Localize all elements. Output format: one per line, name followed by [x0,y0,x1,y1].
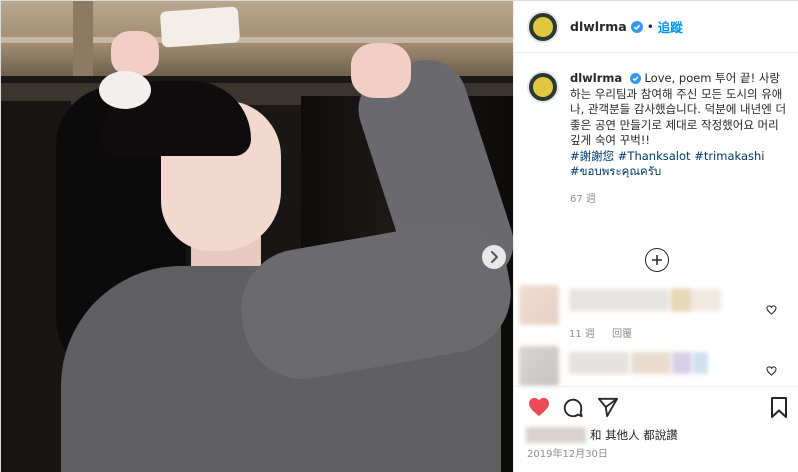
verified-badge-icon [630,20,643,33]
post-photo[interactable] [1,1,513,472]
hashtag-link[interactable]: #Thanksalot [618,149,691,163]
post-date[interactable]: 2019年12月30日 [527,445,608,460]
comment-icon[interactable] [562,397,584,419]
paper-plane-icon[interactable] [597,397,619,417]
chevron-right-icon [491,251,498,263]
comment-item [519,346,795,386]
reply-button[interactable]: 回覆 [612,329,632,340]
comment-timestamp[interactable]: 11 週 [569,329,595,340]
post-header: dlwlrma • 追蹤 [514,1,798,53]
post-viewer: dlwlrma • 追蹤 dlwlrma Love, poem 투어 끝! 사랑… [0,0,798,472]
action-bar [514,386,798,430]
post-sidebar: dlwlrma • 追蹤 dlwlrma Love, poem 투어 끝! 사랑… [513,1,798,472]
caption-timestamp[interactable]: 67 週 [570,192,790,208]
heart-icon[interactable] [528,397,550,417]
comment-item: 11 週 回覆 [519,283,795,340]
caption-username[interactable]: dlwlrma [570,71,622,85]
commenter-avatar[interactable] [519,285,559,325]
comment-heart-icon[interactable] [766,366,777,376]
likes-text[interactable]: 和 其他人 都說讚 [590,427,678,443]
redacted-username [526,427,586,443]
plus-icon [652,255,662,265]
header-username[interactable]: dlwlrma [570,19,627,34]
hashtag-link[interactable]: #ขอบพระคุณครับ [570,164,661,178]
commenter-avatar[interactable] [519,346,559,386]
next-image-button[interactable] [482,245,506,269]
caption: dlwlrma Love, poem 투어 끝! 사랑하는 우리팀과 참여해 주… [527,71,792,207]
hashtag-list: #謝謝您 #Thanksalot #trimakashi #ขอบพระคุณค… [570,149,790,180]
redacted-comment [569,289,669,311]
verified-badge-icon [629,73,641,84]
bookmark-icon[interactable] [770,397,788,419]
hashtag-link[interactable]: #謝謝您 [570,149,614,163]
white-cloth [159,6,241,48]
caption-avatar[interactable] [527,71,559,103]
separator-dot: • [646,19,654,34]
comment-heart-icon[interactable] [766,305,777,315]
follow-button[interactable]: 追蹤 [658,17,683,36]
redacted-comment [569,352,629,374]
hair-scrunchie [99,71,151,109]
hashtag-link[interactable]: #trimakashi [694,149,764,163]
load-more-comments-button[interactable] [645,248,669,272]
raised-fist [351,43,411,98]
avatar[interactable] [527,10,559,43]
likes-summary: 和 其他人 都說讚 [526,426,796,444]
